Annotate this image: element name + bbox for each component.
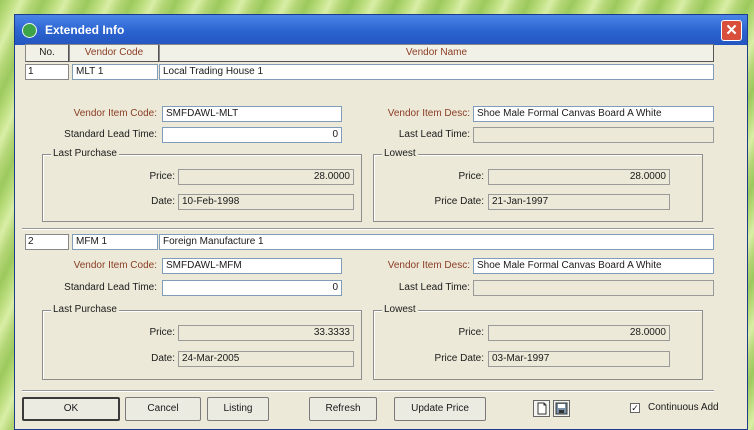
vendor-item-code-label: Vendor Item Code: <box>73 260 157 271</box>
cancel-button[interactable]: Cancel <box>125 397 201 421</box>
column-header-vendor-name[interactable]: Vendor Name <box>159 44 714 62</box>
vendor-item-code-field[interactable]: SMFDAWL-MLT <box>162 106 342 122</box>
lowest-price-date-field: 21-Jan-1997 <box>488 194 670 210</box>
last-purchase-price-field: 28.0000 <box>178 169 354 185</box>
last-purchase-label: Last Purchase <box>51 148 119 160</box>
last-purchase-date-label: Date: <box>151 196 175 207</box>
vendor-code-field[interactable]: MFM 1 <box>72 234 158 250</box>
last-lead-time-field <box>473 127 714 143</box>
vendor-name-field[interactable]: Local Trading House 1 <box>159 64 714 80</box>
continuous-add-checkbox[interactable]: ✓ <box>630 403 640 413</box>
standard-lead-time-field[interactable]: 0 <box>162 280 342 296</box>
last-purchase-date-label: Date: <box>151 353 175 364</box>
lowest-label: Lowest <box>382 148 418 160</box>
lowest-price-field: 28.0000 <box>488 325 670 341</box>
last-lead-time-field <box>473 280 714 296</box>
column-header-vendor-code[interactable]: Vendor Code <box>69 44 159 62</box>
lowest-price-field: 28.0000 <box>488 169 670 185</box>
lowest-price-date-label: Price Date: <box>434 353 484 364</box>
last-purchase-label: Last Purchase <box>51 304 119 316</box>
update-price-button[interactable]: Update Price <box>394 397 486 421</box>
app-icon <box>22 23 37 38</box>
last-purchase-price-field: 33.3333 <box>178 325 354 341</box>
lowest-price-group: Lowest Price: 28.0000 Price Date: 03-Mar… <box>373 304 703 380</box>
lowest-price-date-field: 03-Mar-1997 <box>488 351 670 367</box>
vendor-code-field[interactable]: MLT 1 <box>72 64 158 80</box>
refresh-button[interactable]: Refresh <box>309 397 377 421</box>
continuous-add-label: Continuous Add <box>648 402 719 413</box>
vendor-item-desc-label: Vendor Item Desc: <box>387 260 470 271</box>
last-purchase-group: Last Purchase Price: 33.3333 Date: 24-Ma… <box>42 304 362 380</box>
last-purchase-date-field: 10-Feb-1998 <box>178 194 354 210</box>
row-number: 1 <box>25 64 69 80</box>
vendor-name-field[interactable]: Foreign Manufacture 1 <box>159 234 714 250</box>
last-purchase-price-label: Price: <box>149 327 175 338</box>
column-header-no[interactable]: No. <box>25 44 69 62</box>
last-lead-time-label: Last Lead Time: <box>398 129 470 140</box>
save-icon <box>555 402 568 415</box>
footer-separator <box>22 390 714 392</box>
ok-button[interactable]: OK <box>22 397 120 421</box>
vendor-item-desc-field[interactable]: Shoe Male Formal Canvas Board A White <box>473 258 714 274</box>
row-number: 2 <box>25 234 69 250</box>
record-separator <box>22 228 714 230</box>
listing-button[interactable]: Listing <box>207 397 269 421</box>
last-purchase-price-label: Price: <box>149 171 175 182</box>
standard-lead-time-label: Standard Lead Time: <box>64 129 157 140</box>
standard-lead-time-field[interactable]: 0 <box>162 127 342 143</box>
standard-lead-time-label: Standard Lead Time: <box>64 282 157 293</box>
lowest-label: Lowest <box>382 304 418 316</box>
save-button[interactable] <box>553 400 570 417</box>
vendor-item-code-label: Vendor Item Code: <box>73 108 157 119</box>
vendor-item-desc-field[interactable]: Shoe Male Formal Canvas Board A White <box>473 106 714 122</box>
title-bar: Extended Info ✕ <box>15 15 747 45</box>
window-title: Extended Info <box>45 23 125 37</box>
vendor-item-desc-label: Vendor Item Desc: <box>387 108 470 119</box>
vendor-item-code-field[interactable]: SMFDAWL-MFM <box>162 258 342 274</box>
lowest-price-label: Price: <box>458 171 484 182</box>
lowest-price-date-label: Price Date: <box>434 196 484 207</box>
new-document-icon <box>537 402 547 415</box>
new-document-button[interactable] <box>533 400 550 417</box>
last-purchase-date-field: 24-Mar-2005 <box>178 351 354 367</box>
close-button[interactable]: ✕ <box>721 20 742 41</box>
last-lead-time-label: Last Lead Time: <box>398 282 470 293</box>
lowest-price-label: Price: <box>458 327 484 338</box>
lowest-price-group: Lowest Price: 28.0000 Price Date: 21-Jan… <box>373 148 703 222</box>
last-purchase-group: Last Purchase Price: 28.0000 Date: 10-Fe… <box>42 148 362 222</box>
